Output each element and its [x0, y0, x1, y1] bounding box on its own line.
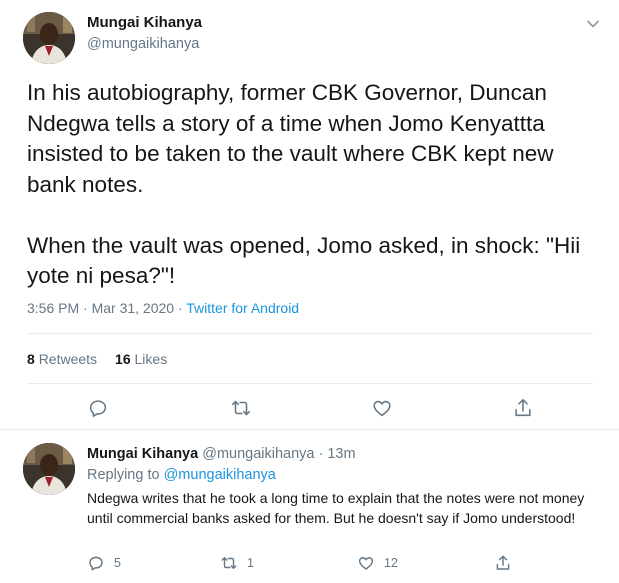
heart-icon: [358, 557, 374, 570]
source-link[interactable]: Twitter for Android: [186, 300, 299, 316]
likes-count: 16: [115, 351, 131, 367]
author-name[interactable]: Mungai Kihanya: [87, 14, 202, 31]
retweets-stat[interactable]: 8 Retweets: [27, 351, 97, 367]
reply-retweet-button[interactable]: 1: [220, 553, 254, 573]
retweets-label: Retweets: [38, 351, 98, 367]
reply-icon: [89, 556, 103, 571]
avatar[interactable]: [23, 443, 75, 495]
retweet-icon[interactable]: [230, 397, 252, 419]
replying-to: Replying to @mungaikihanya: [87, 467, 276, 483]
tweet-text: In his autobiography, former CBK Governo…: [27, 80, 581, 288]
tweet-stats: 8 Retweets 16 Likes: [27, 351, 167, 367]
reply-share-button[interactable]: [494, 553, 521, 573]
heart-icon[interactable]: [371, 397, 393, 419]
like-count: 12: [384, 556, 398, 570]
reply-icon[interactable]: [87, 397, 109, 419]
reply-header: Mungai Kihanya @mungaikihanya · 13m: [87, 446, 356, 462]
reply-like-button[interactable]: 12: [357, 553, 398, 573]
share-icon: [496, 555, 510, 570]
main-tweet: Mungai Kihanya @mungaikihanya In his aut…: [0, 0, 619, 430]
replying-mention[interactable]: @mungaikihanya: [164, 467, 276, 483]
reply-text: Ndegwa writes that he took a long time t…: [87, 490, 585, 526]
chevron-down-icon[interactable]: [583, 14, 603, 34]
reply-reply-button[interactable]: 5: [87, 553, 121, 573]
retweet-count: 1: [247, 556, 254, 570]
likes-label: Likes: [134, 351, 168, 367]
retweets-count: 8: [27, 351, 35, 367]
reply-author-name[interactable]: Mungai Kihanya: [87, 446, 198, 462]
divider: [27, 333, 593, 334]
likes-stat[interactable]: 16 Likes: [115, 351, 167, 367]
divider: [27, 383, 593, 384]
timestamp[interactable]: 3:56 PM · Mar 31, 2020 ·: [27, 300, 186, 316]
share-icon[interactable]: [512, 397, 534, 419]
replying-prefix: Replying to: [87, 467, 164, 483]
author-handle[interactable]: @mungaikihanya: [87, 36, 199, 52]
tweet-meta: 3:56 PM · Mar 31, 2020 · Twitter for And…: [27, 300, 299, 316]
retweet-icon: [221, 557, 237, 569]
reply-count: 5: [114, 556, 121, 570]
reply-author-meta[interactable]: @mungaikihanya · 13m: [202, 446, 355, 462]
avatar[interactable]: [23, 12, 75, 64]
